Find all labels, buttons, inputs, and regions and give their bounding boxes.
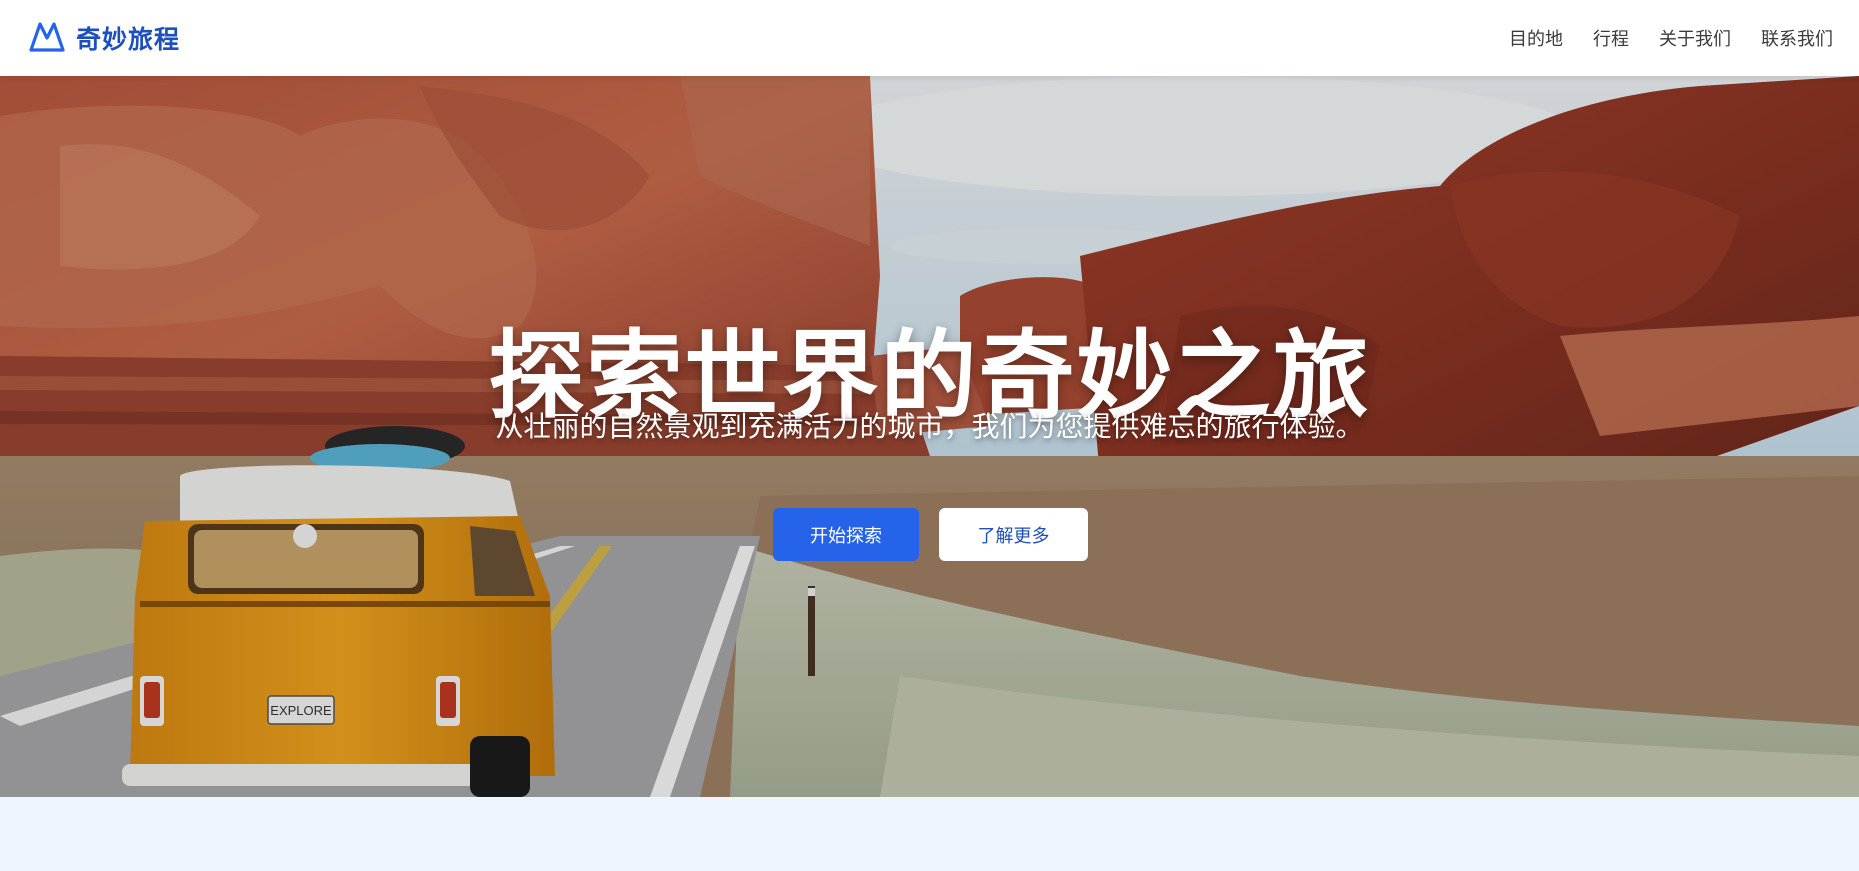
hero-content: 探索世界的奇妙之旅 从壮丽的自然景观到充满活力的城市，我们为您提供难忘的旅行体验… [0, 76, 1859, 797]
learn-more-button[interactable]: 了解更多 [939, 508, 1088, 561]
mountain-icon [28, 19, 66, 57]
hero-section: EXPLORE 探索世界的奇妙之旅 从壮丽的自然景观到充满活力的城市，我们为您提… [0, 76, 1859, 797]
start-explore-button[interactable]: 开始探索 [773, 508, 919, 561]
nav-item-contact[interactable]: 联系我们 [1761, 25, 1833, 51]
main-nav: 目的地 行程 关于我们 联系我们 [1509, 25, 1833, 51]
navbar: 奇妙旅程 目的地 行程 关于我们 联系我们 [0, 0, 1859, 76]
hero-buttons: 开始探索 了解更多 [0, 508, 1859, 561]
brand-logo-link[interactable]: 奇妙旅程 [28, 19, 180, 57]
nav-item-itinerary[interactable]: 行程 [1593, 25, 1629, 51]
brand-name: 奇妙旅程 [76, 25, 181, 54]
hero-subtitle: 从壮丽的自然景观到充满活力的城市，我们为您提供难忘的旅行体验。 [495, 410, 1364, 443]
nav-item-destinations[interactable]: 目的地 [1509, 25, 1563, 51]
nav-item-about[interactable]: 关于我们 [1659, 25, 1731, 51]
next-section [0, 797, 1859, 871]
